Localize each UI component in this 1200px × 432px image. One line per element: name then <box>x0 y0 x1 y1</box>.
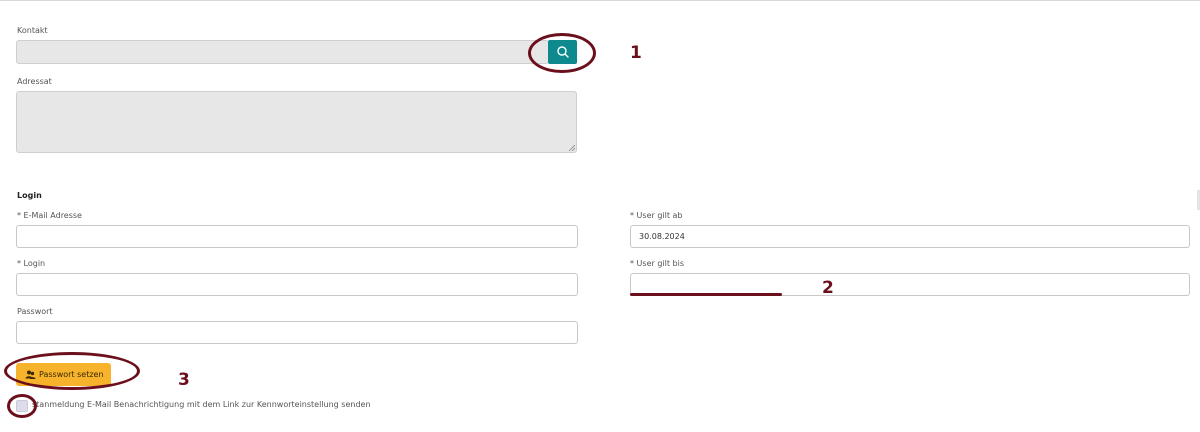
kontakt-label: Kontakt <box>17 26 48 35</box>
annotation-ellipse-1 <box>528 33 596 73</box>
adressat-textarea <box>16 91 577 153</box>
adressat-label: Adressat <box>17 77 52 86</box>
annotation-ellipse-checkbox <box>7 394 37 418</box>
passwort-input[interactable] <box>16 321 578 344</box>
email-input[interactable] <box>16 225 578 248</box>
notification-checkbox-label: stanmeldung E-Mail Benachrichtigung mit … <box>32 400 371 409</box>
annotation-number-2: 2 <box>822 278 834 298</box>
resize-grip-icon[interactable] <box>568 144 575 151</box>
login-label: * Login <box>17 259 46 268</box>
passwort-label: Passwort <box>17 307 53 316</box>
kontakt-input <box>16 40 549 64</box>
annotation-number-3: 3 <box>178 370 190 390</box>
login-input[interactable] <box>16 273 578 296</box>
user-gilt-bis-label: * User gilt bis <box>630 259 684 268</box>
email-label: * E-Mail Adresse <box>17 211 82 220</box>
login-section-title: Login <box>17 191 42 200</box>
annotation-underline-2 <box>630 293 782 296</box>
user-gilt-ab-label: * User gilt ab <box>630 211 683 220</box>
user-gilt-ab-input[interactable]: 30.08.2024 <box>630 225 1190 248</box>
annotation-ellipse-3 <box>4 352 140 390</box>
annotation-number-1: 1 <box>630 43 642 63</box>
top-divider <box>0 0 1200 1</box>
